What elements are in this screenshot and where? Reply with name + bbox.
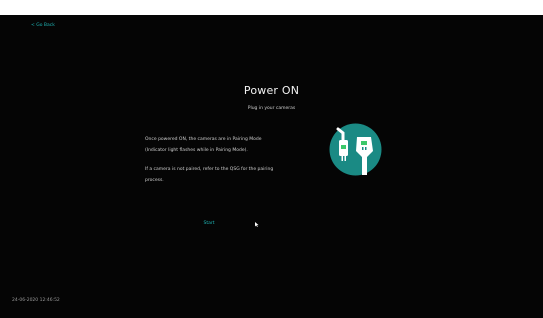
- mouse-cursor-icon: [255, 222, 259, 227]
- start-button[interactable]: Start: [196, 221, 222, 226]
- go-back-link[interactable]: < Go Back: [31, 23, 55, 28]
- pairing-screen: < Go Back Power ON Plug in your cameras …: [0, 15, 543, 318]
- page-title: Power ON: [243, 84, 300, 97]
- instructions: Once powered ON, the cameras are in Pair…: [145, 134, 315, 186]
- instruction-line: (Indicator light flashes while in Pairin…: [145, 148, 248, 153]
- power-plug-icon: [329, 123, 382, 176]
- status-timestamp: 24-06-2020 12:46:52: [12, 298, 60, 303]
- hint-line: process.: [145, 178, 164, 183]
- page-subtitle: Plug in your cameras: [247, 106, 296, 111]
- hint-line: If a camera is not paired, refer to the …: [145, 167, 274, 172]
- instruction-line: Once powered ON, the cameras are in Pair…: [145, 137, 262, 142]
